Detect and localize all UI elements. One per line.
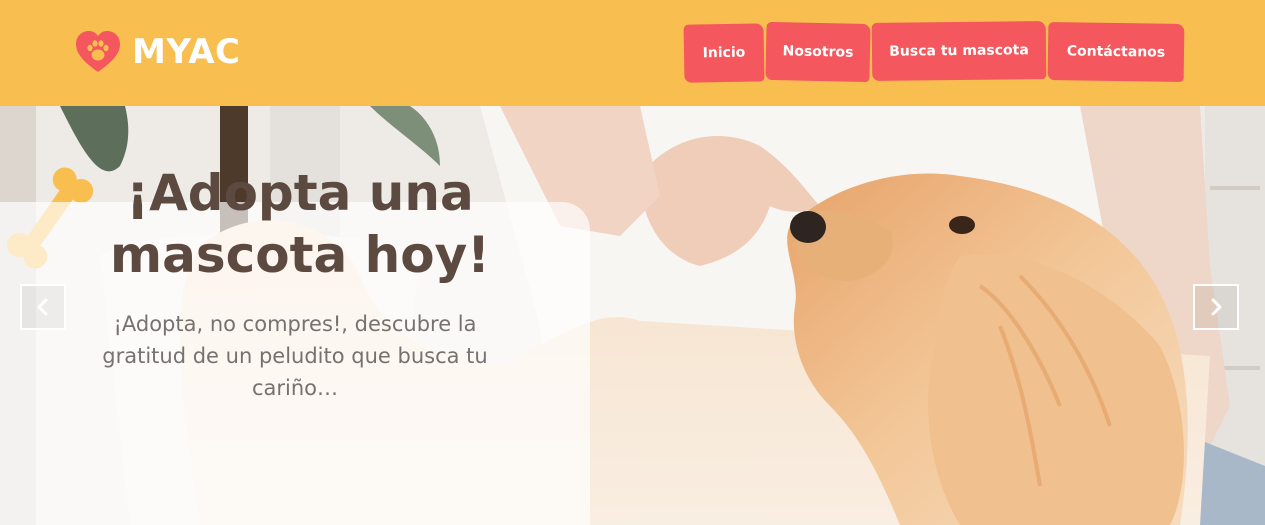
chevron-right-icon: [1211, 298, 1222, 316]
nav-item-contactanos[interactable]: Contáctanos: [1047, 22, 1185, 82]
main-nav: Inicio Nosotros Busca tu mascota Contáct…: [683, 21, 1186, 84]
carousel-prev-button[interactable]: [20, 284, 66, 330]
chevron-left-icon: [37, 298, 48, 316]
nav-item-nosotros[interactable]: Nosotros: [765, 21, 871, 83]
logo-text: MYAC: [132, 32, 241, 72]
site-header: MYAC Inicio Nosotros Busca tu mascota Co…: [0, 0, 1265, 106]
nav-item-inicio[interactable]: Inicio: [683, 23, 765, 83]
hero-title: ¡Adopta una mascota hoy!: [110, 164, 490, 284]
hero-subtitle: ¡Adopta, no compres!, descubre la gratit…: [102, 312, 488, 400]
heart-paw-icon: [76, 31, 120, 72]
logo[interactable]: MYAC: [74, 30, 240, 74]
carousel-next-button[interactable]: [1193, 284, 1239, 330]
nav-item-busca-tu-mascota[interactable]: Busca tu mascota: [871, 21, 1047, 81]
